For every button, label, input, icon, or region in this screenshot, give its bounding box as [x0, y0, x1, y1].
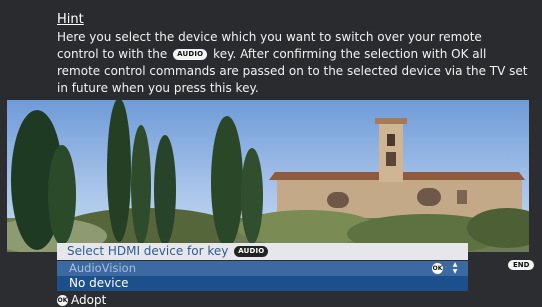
- menu-item-no-device[interactable]: No device: [57, 276, 468, 291]
- background-landscape-image: [7, 100, 529, 252]
- ok-icon: OK: [57, 295, 68, 306]
- hint-text: Here you select the device which you wan…: [57, 29, 529, 97]
- hint-line-2-start: control to with the: [57, 47, 168, 61]
- up-down-arrows-icon[interactable]: ▲ ▼: [450, 261, 460, 276]
- hint-line-2-end: key. After confirming the selection with…: [213, 47, 487, 61]
- audio-key-icon: AUDIO: [234, 246, 269, 257]
- hint-title: Hint: [57, 12, 84, 27]
- hint-line-3: remote control commands are passed on to…: [57, 64, 528, 78]
- menu-title-label: Select HDMI device for key: [67, 244, 229, 258]
- hint-line-1: Here you select the device which you wan…: [57, 30, 482, 44]
- menu-title: Select HDMI device for key AUDIO: [57, 243, 468, 260]
- hint-panel: Hint Here you select the device which yo…: [0, 0, 542, 100]
- hdmi-device-menu: Select HDMI device for key AUDIO AudioVi…: [57, 243, 468, 307]
- audio-key-icon: AUDIO: [173, 49, 208, 60]
- menu-item-label: No device: [69, 276, 129, 290]
- hint-line-4: in future when you press this key.: [57, 81, 259, 95]
- end-key-icon[interactable]: END: [508, 260, 535, 270]
- menu-item-audiovision[interactable]: AudioVision: [57, 261, 468, 276]
- adopt-label: Adopt: [71, 293, 107, 307]
- menu-item-label: AudioVision: [69, 261, 137, 275]
- adopt-action[interactable]: OK Adopt: [57, 293, 106, 307]
- ok-icon: OK: [432, 263, 443, 274]
